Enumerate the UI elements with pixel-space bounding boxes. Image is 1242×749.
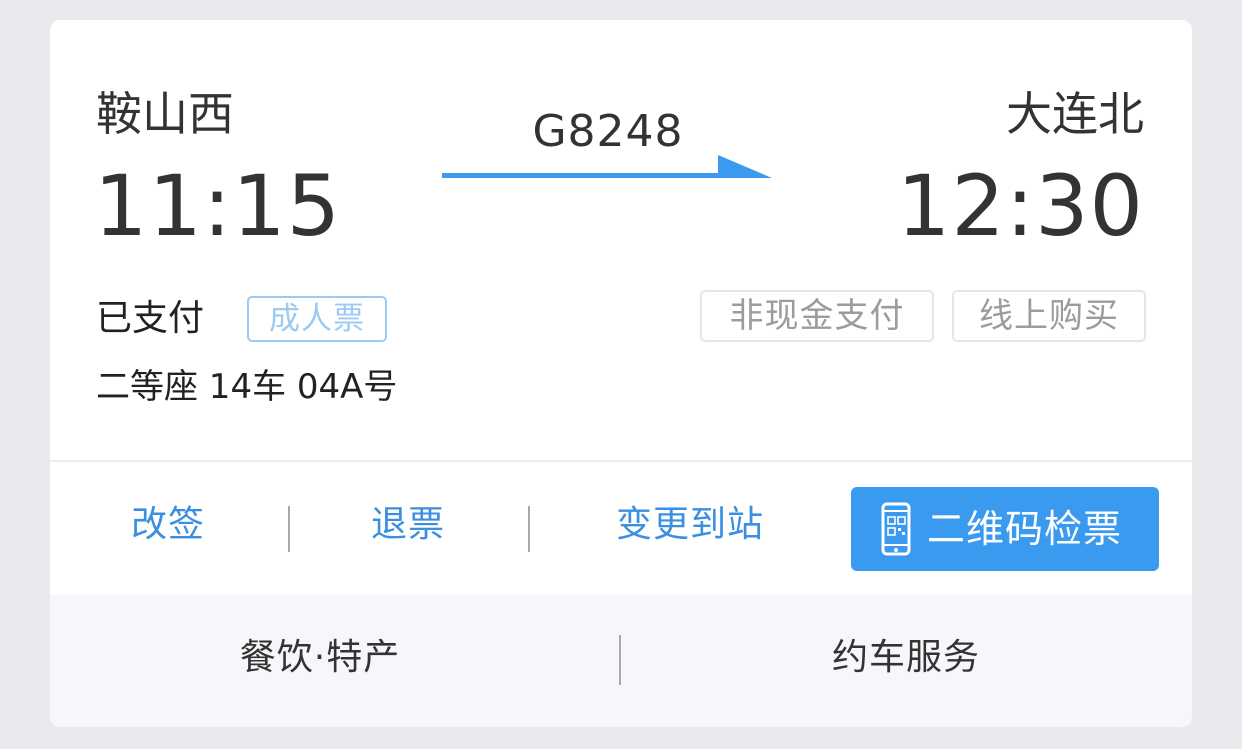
right-arrow-icon [442,153,774,209]
refund-button[interactable]: 退票 [330,500,486,550]
phone-qr-icon [881,502,911,560]
bottom-service-bar: 餐饮·特产 约车服务 [50,595,1192,727]
arrival-time: 12:30 [896,157,1144,255]
action-separator [528,506,530,552]
change-ticket-button[interactable]: 改签 [90,500,246,550]
bottom-separator [619,635,621,685]
arrival-station: 大连北 [1006,87,1144,141]
change-destination-button[interactable]: 变更到站 [570,500,810,550]
action-separator [288,506,290,552]
departure-time: 11:15 [94,157,342,255]
ticket-card: 鞍山西 11:15 G8248 大连北 12:30 已支付 成人票 非现金支付 … [50,20,1192,727]
payment-method-tag: 非现金支付 [700,290,934,342]
food-specialty-link[interactable]: 餐饮·特产 [120,633,520,683]
departure-station: 鞍山西 [96,87,234,141]
payment-status: 已支付 [96,298,205,339]
qr-check-button[interactable]: 二维码检票 [851,487,1159,571]
qr-check-label: 二维码检票 [927,507,1123,551]
seat-info: 二等座 14车 04A号 [96,367,398,407]
train-number: G8248 [532,106,684,157]
section-divider [50,460,1192,462]
ride-hailing-link[interactable]: 约车服务 [706,633,1106,683]
purchase-channel-tag: 线上购买 [952,290,1146,342]
ticket-type-badge: 成人票 [247,296,387,342]
